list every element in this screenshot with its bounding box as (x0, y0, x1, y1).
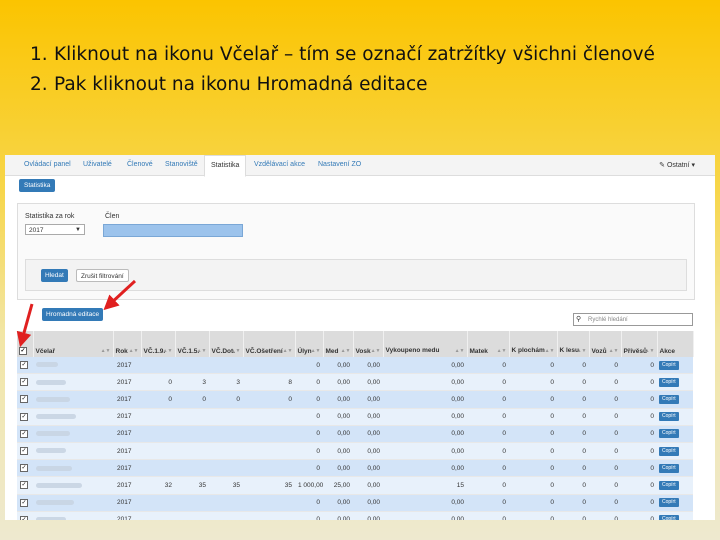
app-screenshot: Ovládací panel Uživatelé Členové Stanovi… (5, 155, 715, 520)
instruction-number: 2. (30, 74, 48, 95)
instruction-number: 1. (30, 44, 48, 65)
arrow-to-bulk-edit (103, 279, 137, 311)
instructions-list: 1. Kliknout na ikonu Včelař – tím se ozna… (30, 40, 655, 100)
instruction-item: 2. Pak kliknout na ikonu Hromadná editace (30, 70, 655, 100)
annotation-arrows (16, 279, 137, 348)
arrow-to-checkbox (16, 303, 34, 348)
instruction-text: Kliknout na ikonu Včelař – tím se označí… (54, 44, 655, 65)
instruction-item: 1. Kliknout na ikonu Včelař – tím se ozna… (30, 40, 655, 70)
instruction-text: Pak kliknout na ikonu Hromadná editace (54, 74, 428, 95)
